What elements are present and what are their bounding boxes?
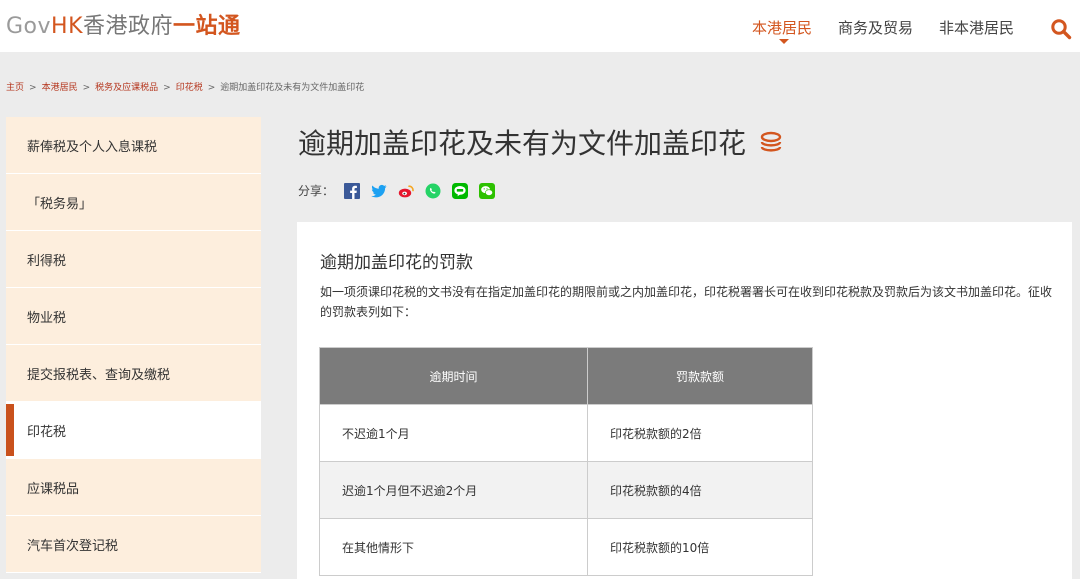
- sidebar-item-dutiable-commodities[interactable]: 应课税品: [6, 459, 261, 516]
- whatsapp-icon[interactable]: [425, 183, 441, 199]
- table-cell: 印花税款额的2倍: [587, 404, 813, 462]
- breadcrumb-taxes[interactable]: 税务及应课税品: [95, 83, 158, 93]
- page-title: 逾期加盖印花及未有为文件加盖印花: [298, 122, 784, 162]
- sidebar-item-property-tax[interactable]: 物业税: [6, 288, 261, 345]
- table-row: 迟逾1个月但不迟逾2个月 印花税款额的4倍: [319, 461, 813, 519]
- sidebar: 薪俸税及个人入息课税 「税务易」 利得税 物业税 提交报税表、查询及缴税 印花税…: [6, 117, 261, 573]
- twitter-icon[interactable]: [371, 183, 387, 199]
- breadcrumb-separator: >: [82, 83, 91, 93]
- nav-residents[interactable]: 本港居民: [752, 17, 813, 44]
- active-caret-icon: [779, 39, 789, 44]
- table-header-cell: 逾期时间: [319, 347, 588, 405]
- breadcrumb-home[interactable]: 主页: [6, 83, 24, 93]
- table-header-cell: 罚款款额: [587, 347, 813, 405]
- sidebar-item-salaries-tax[interactable]: 薪俸税及个人入息课税: [6, 117, 261, 174]
- nav-non-residents[interactable]: 非本港居民: [939, 17, 1014, 38]
- line-icon[interactable]: [452, 182, 469, 199]
- coins-icon: [758, 129, 784, 155]
- weibo-icon[interactable]: [398, 183, 414, 199]
- wechat-icon[interactable]: [479, 182, 496, 199]
- nav-business[interactable]: 商务及贸易: [838, 17, 913, 38]
- sidebar-item-etax[interactable]: 「税务易」: [6, 174, 261, 231]
- section-title: 逾期加盖印花的罚款: [320, 253, 473, 273]
- table-cell: 不迟逾1个月: [319, 404, 588, 462]
- logo-one-text: 一站通: [173, 14, 241, 39]
- logo-gov-text: Gov: [6, 14, 52, 39]
- nav-residents-label: 本港居民: [752, 19, 813, 37]
- breadcrumb-separator: >: [207, 83, 216, 93]
- page-title-text: 逾期加盖印花及未有为文件加盖印花: [298, 127, 747, 160]
- content-card: 逾期加盖印花的罚款 如一项须课印花税的文书没有在指定加盖印花的期限前或之内加盖印…: [297, 222, 1072, 579]
- breadcrumb: 主页 > 本港居民 > 税务及应课税品 > 印花税 > 逾期加盖印花及未有为文件加盖印花: [6, 80, 364, 93]
- share-label: 分享：: [298, 184, 335, 198]
- table-row: 在其他情形下 印花税款额的10倍: [319, 518, 813, 576]
- sidebar-item-profits-tax[interactable]: 利得税: [6, 231, 261, 288]
- table-header-row: 逾期时间 罚款款额: [319, 347, 813, 405]
- share-bar: 分享：: [298, 182, 506, 199]
- search-icon[interactable]: [1050, 18, 1072, 40]
- section-paragraph: 如一项须课印花税的文书没有在指定加盖印花的期限前或之内加盖印花，印花税署署长可在…: [320, 285, 1053, 319]
- top-nav: 本港居民 商务及贸易 非本港居民: [752, 17, 1040, 44]
- breadcrumb-stamp-duty[interactable]: 印花税: [176, 83, 203, 93]
- breadcrumb-separator: >: [29, 83, 37, 93]
- table-cell: 印花税款额的10倍: [587, 518, 813, 576]
- breadcrumb-current: 逾期加盖印花及未有为文件加盖印花: [220, 83, 365, 93]
- govhk-logo[interactable]: GovHK香港政府一站通: [6, 8, 241, 40]
- site-header: GovHK香港政府一站通 本港居民 商务及贸易 非本港居民: [0, 0, 1080, 52]
- sidebar-item-stamp-duty[interactable]: 印花税: [6, 402, 261, 459]
- table-row: 不迟逾1个月 印花税款额的2倍: [319, 404, 813, 462]
- breadcrumb-residents[interactable]: 本港居民: [42, 83, 78, 93]
- table-cell: 在其他情形下: [319, 518, 588, 576]
- facebook-icon[interactable]: [344, 182, 361, 199]
- table-cell: 印花税款额的4倍: [587, 461, 813, 519]
- table-cell: 迟逾1个月但不迟逾2个月: [319, 461, 588, 519]
- logo-hk-text: HK: [51, 14, 84, 39]
- sidebar-item-vehicle-registration-tax[interactable]: 汽车首次登记税: [6, 516, 261, 573]
- sidebar-item-tax-returns[interactable]: 提交报税表、查询及缴税: [6, 345, 261, 402]
- penalty-table: 逾期时间 罚款款额 不迟逾1个月 印花税款额的2倍 迟逾1个月但不迟逾2个月 印…: [319, 347, 813, 576]
- logo-cn-text: 香港政府: [83, 14, 174, 39]
- breadcrumb-separator: >: [163, 83, 171, 93]
